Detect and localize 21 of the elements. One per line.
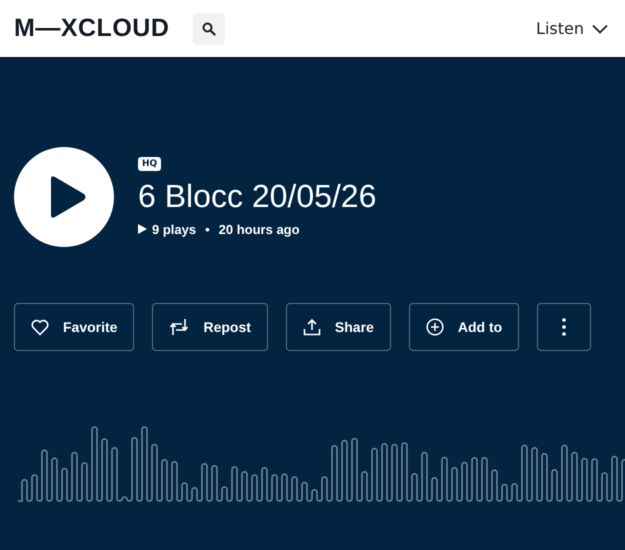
repost-icon [169,318,190,336]
repost-button[interactable]: Repost [152,303,268,351]
more-icon [562,318,566,336]
more-button[interactable] [537,303,592,351]
heart-icon [31,318,49,336]
favorite-button[interactable]: Favorite [14,303,134,351]
share-button[interactable]: Share [286,303,391,351]
play-count-icon [138,224,147,234]
separator-dot: • [205,222,210,237]
track-title: 6 Blocc 20/05/26 [138,177,376,216]
play-count: 9 plays [152,222,196,237]
search-button[interactable] [193,12,226,44]
plus-circle-icon [426,318,444,336]
listen-menu[interactable]: Listen [536,19,608,38]
chevron-down-icon [592,24,608,34]
upload-icon [302,318,321,336]
add-button[interactable]: Add to [408,303,520,351]
upload-age: 20 hours ago [218,222,300,237]
search-icon [202,22,216,36]
logo[interactable]: M—XCLOUD [14,14,170,43]
hq-badge: HQ [138,157,162,172]
